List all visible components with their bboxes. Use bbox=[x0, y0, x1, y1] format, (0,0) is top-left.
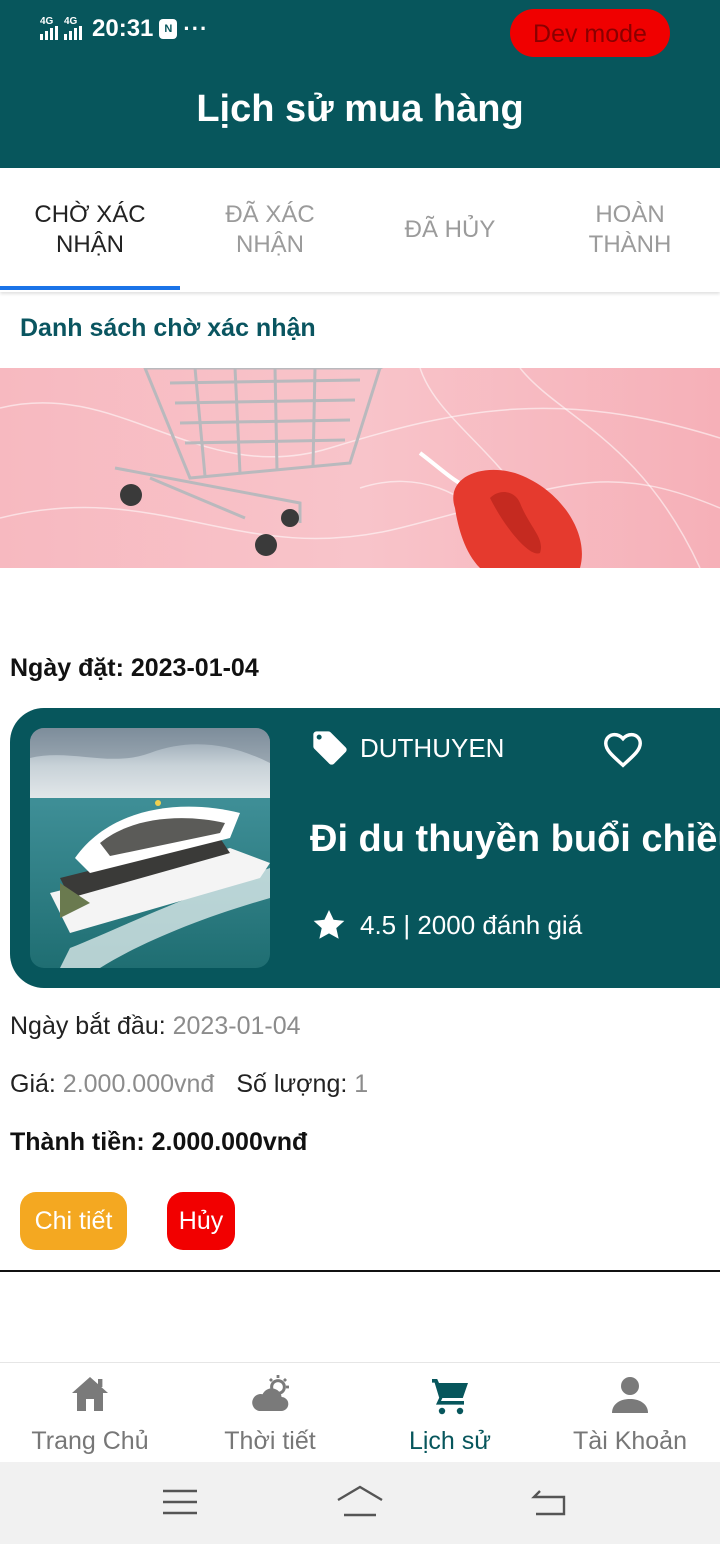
start-date-value: 2023-01-04 bbox=[172, 1012, 301, 1040]
order-date: Ngày đặt: 2023-01-04 bbox=[10, 654, 259, 682]
nav-history-label: Lịch sử bbox=[408, 1427, 492, 1455]
signal-icon: 4G bbox=[64, 16, 82, 40]
tab-confirmed[interactable]: ĐÃ XÁC NHẬN bbox=[180, 168, 360, 292]
price-value: 2.000.000vnđ bbox=[62, 1070, 215, 1098]
nav-weather-label: Thời tiết bbox=[224, 1427, 316, 1455]
favorite-heart-icon[interactable] bbox=[600, 726, 646, 772]
status-time: 20:31 bbox=[92, 15, 154, 42]
nav-home-label: Trang Chủ bbox=[31, 1427, 149, 1455]
system-navigation-bar bbox=[0, 1462, 720, 1544]
tab-pending[interactable]: CHỜ XÁC NHẬN bbox=[0, 168, 180, 292]
page-title: Lịch sử mua hàng bbox=[196, 88, 524, 130]
total-price: Thành tiền: 2.000.000vnđ bbox=[10, 1128, 308, 1156]
cart-icon bbox=[432, 1379, 468, 1415]
tag-icon bbox=[313, 731, 347, 765]
tab-completed[interactable]: HOÀN THÀNH bbox=[540, 168, 720, 292]
cancel-button[interactable]: Hủy bbox=[167, 1192, 235, 1250]
more-notifications-icon: ··· bbox=[183, 16, 209, 41]
active-tab-indicator bbox=[0, 286, 180, 290]
price-quantity-line: Giá: 2.000.000vnđ Số lượng: 1 bbox=[10, 1070, 368, 1099]
bottom-navigation: Trang Chủ Thời tiết Lịch sử Tài Khoản bbox=[0, 1362, 720, 1462]
signal-icon: 4G bbox=[40, 16, 58, 40]
nav-history[interactable]: Lịch sử bbox=[360, 1363, 540, 1463]
system-home-icon[interactable] bbox=[336, 1484, 384, 1518]
app-header: 4G 4G 20:31 N ··· Dev mode Lịch sử mua h… bbox=[0, 0, 720, 168]
nfc-icon: N bbox=[159, 19, 178, 39]
product-title: Đi du thuyền buổi chiều bbox=[310, 818, 720, 860]
yacht-image bbox=[30, 728, 270, 968]
back-icon[interactable] bbox=[530, 1487, 568, 1517]
status-bar: 4G 4G 20:31 N ··· bbox=[40, 12, 208, 46]
dev-mode-badge[interactable]: Dev mode bbox=[510, 9, 670, 57]
quantity-label: Số lượng: bbox=[236, 1070, 355, 1098]
order-divider bbox=[0, 1270, 720, 1272]
home-icon bbox=[72, 1377, 108, 1411]
weather-icon bbox=[252, 1375, 289, 1412]
nav-home[interactable]: Trang Chủ bbox=[0, 1363, 180, 1463]
order-status-tabs: CHỜ XÁC NHẬN ĐÃ XÁC NHẬN ĐÃ HỦY HOÀN THÀ… bbox=[0, 168, 720, 292]
start-date-label: Ngày bắt đầu: bbox=[10, 1012, 173, 1040]
quantity-value: 1 bbox=[354, 1070, 369, 1098]
product-category: DUTHUYEN bbox=[360, 733, 505, 763]
menu-icon[interactable] bbox=[163, 1488, 197, 1516]
nav-weather[interactable]: Thời tiết bbox=[180, 1363, 360, 1463]
star-icon bbox=[313, 909, 345, 939]
user-icon bbox=[612, 1377, 648, 1413]
tab-cancelled[interactable]: ĐÃ HỦY bbox=[360, 168, 540, 292]
start-date-line: Ngày bắt đầu: 2023-01-04 bbox=[10, 1012, 301, 1041]
product-rating: 4.5 | 2000 đánh giá bbox=[360, 910, 583, 940]
nav-account[interactable]: Tài Khoản bbox=[540, 1363, 720, 1463]
shopping-banner-image bbox=[0, 368, 720, 568]
product-card[interactable]: DUTHUYEN Đi du thuyền buổi chiều 4.5 | 2… bbox=[10, 708, 720, 988]
detail-button[interactable]: Chi tiết bbox=[20, 1192, 127, 1250]
nav-account-label: Tài Khoản bbox=[573, 1427, 687, 1455]
section-title: Danh sách chờ xác nhận bbox=[20, 314, 316, 342]
price-label: Giá: bbox=[10, 1070, 63, 1098]
